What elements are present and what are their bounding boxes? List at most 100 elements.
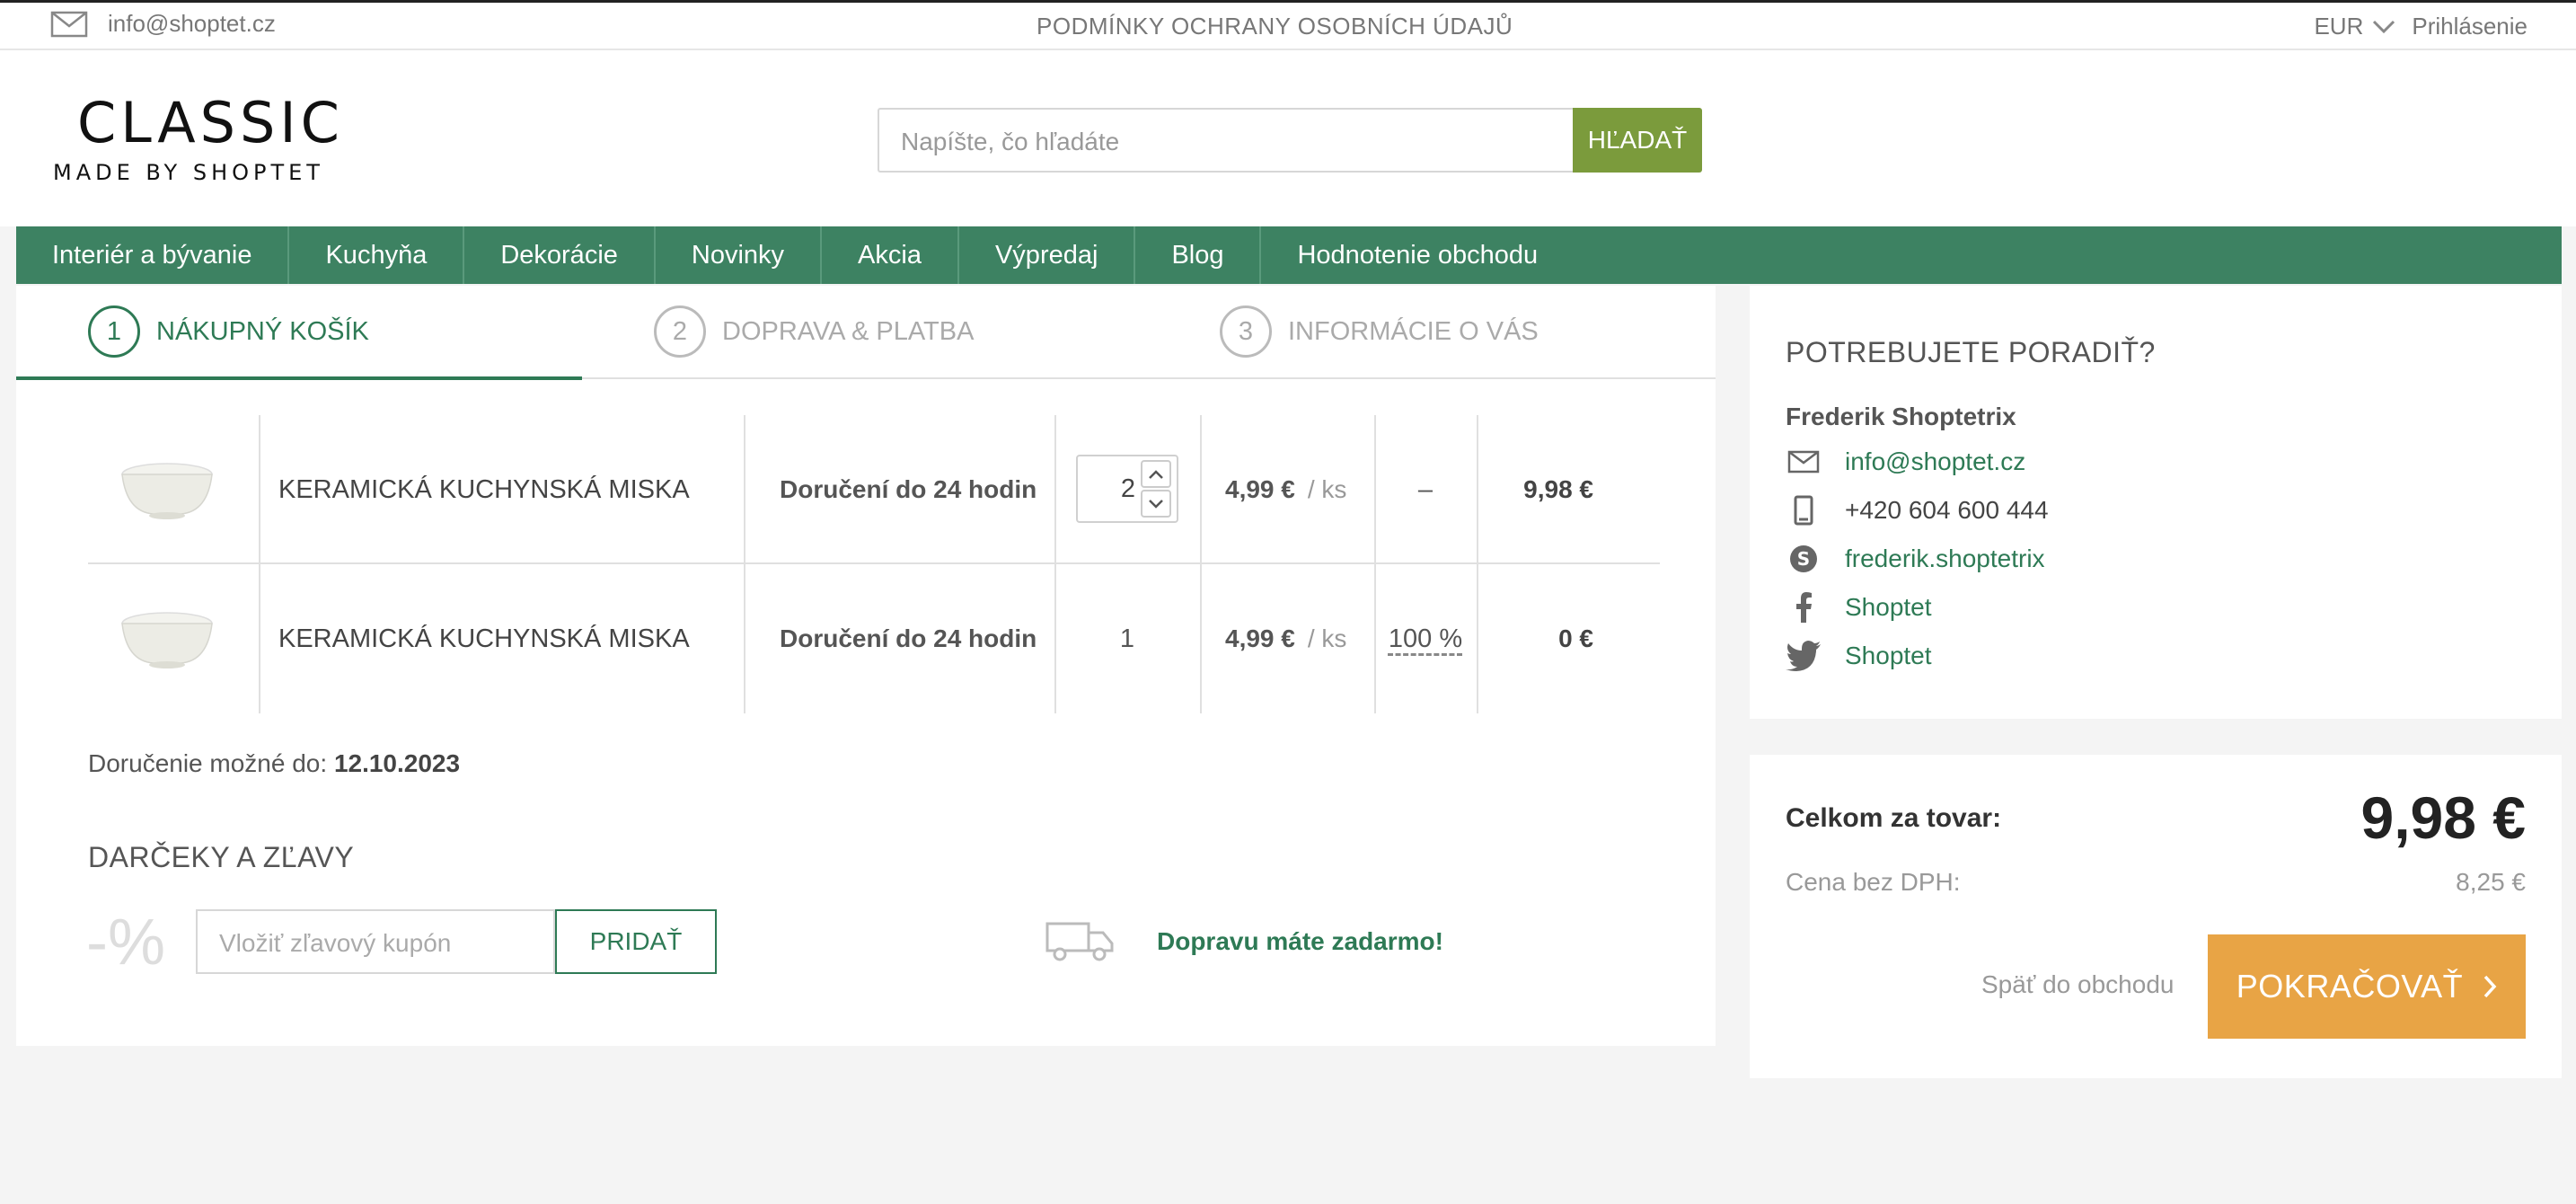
bowl-image-icon — [121, 612, 213, 668]
step-label: NÁKUPNÝ KOŠÍK — [156, 316, 369, 346]
product-image[interactable] — [104, 564, 230, 713]
product-name[interactable]: KERAMICKÁ KUCHYNSKÁ MISKA — [278, 564, 690, 713]
column-divider — [1054, 415, 1056, 564]
topbar-email[interactable]: info@shoptet.cz — [50, 10, 276, 38]
skype-icon: S — [1786, 543, 1822, 575]
chevron-right-icon — [2483, 975, 2497, 998]
discount-cell: 100 % — [1374, 564, 1477, 713]
gifts-title: DARČEKY A ZĽAVY — [88, 841, 355, 873]
main-nav: Interiér a bývanie Kuchyňa Dekorácie Nov… — [16, 226, 2562, 284]
delivery-date-value: 12.10.2023 — [333, 749, 461, 777]
column-divider — [1200, 564, 1202, 713]
step-number: 3 — [1220, 305, 1272, 358]
cart-row: KERAMICKÁ KUCHYNSKÁ MISKA Doručení do 24… — [88, 415, 1660, 564]
price-value: 4,99 € — [1225, 475, 1295, 503]
column-divider — [259, 415, 260, 564]
row-total: 0 € — [1558, 624, 1593, 652]
step-info[interactable]: 3 INFORMÁCIE O VÁS — [1220, 305, 1539, 358]
step-shipping[interactable]: 2 DOPRAVA & PLATBA — [654, 305, 974, 358]
delivery-label: Doručenie možné do: — [88, 749, 328, 777]
total-value: 9,98 € — [2360, 784, 2527, 851]
contact-phone-text: +420 604 600 444 — [1845, 496, 2049, 524]
nav-item-interior[interactable]: Interiér a bývanie — [16, 226, 290, 284]
discount: – — [1417, 474, 1434, 504]
step-number: 2 — [654, 305, 706, 358]
delivery-date: Doručenie možné do: 12.10.2023 — [88, 749, 460, 778]
nav-item-reviews[interactable]: Hodnotenie obchodu — [1261, 226, 1574, 284]
column-divider — [259, 564, 260, 713]
summary-panel: Celkom za tovar: 9,98 € Cena bez DPH: 8,… — [1750, 755, 2562, 1078]
availability: Doručení do 24 hodin — [780, 624, 1037, 652]
price-value: 4,99 € — [1225, 624, 1295, 652]
login-link[interactable]: Prihlásenie — [2412, 13, 2527, 40]
add-coupon-button[interactable]: PRIDAŤ — [555, 909, 717, 974]
search-button[interactable]: HĽADAŤ — [1573, 108, 1702, 173]
bowl-image-icon — [121, 463, 213, 519]
nav-item-news[interactable]: Novinky — [656, 226, 823, 284]
quantity-increase-button[interactable] — [1141, 460, 1171, 488]
active-step-underline — [16, 376, 582, 380]
nav-item-sale[interactable]: Akcia — [822, 226, 959, 284]
currency-selector[interactable]: EUR — [2314, 13, 2395, 40]
mail-icon — [50, 11, 88, 37]
nav-item-clearance[interactable]: Výpredaj — [959, 226, 1136, 284]
product-image[interactable] — [104, 415, 230, 564]
discount[interactable]: 100 % — [1389, 624, 1462, 654]
step-label: INFORMÁCIE O VÁS — [1288, 316, 1539, 346]
continue-button[interactable]: POKRAČOVAŤ — [2208, 934, 2526, 1039]
advice-title: POTREBUJETE PORADIŤ? — [1786, 336, 2156, 368]
quantity-decrease-button[interactable] — [1141, 490, 1171, 518]
column-divider — [744, 564, 745, 713]
advisor-name: Frederik Shoptetrix — [1786, 403, 2016, 430]
twitter-icon — [1786, 640, 1822, 672]
contact-facebook-text: Shoptet — [1845, 593, 1932, 621]
unit-price: 4,99 € / ks — [1225, 415, 1346, 564]
contact-email[interactable]: info@shoptet.cz — [1786, 446, 2025, 478]
step-cart[interactable]: 1 NÁKUPNÝ KOŠÍK — [88, 305, 369, 358]
back-to-shop-link[interactable]: Späť do obchodu — [1981, 970, 2174, 999]
unit-price: 4,99 € / ks — [1225, 564, 1346, 713]
percent-icon: -% — [86, 907, 165, 978]
contact-twitter[interactable]: Shoptet — [1786, 640, 1932, 672]
row-total: 9,98 € — [1523, 475, 1593, 503]
contact-skype-text: frederik.shoptetrix — [1845, 544, 2045, 572]
svg-text:S: S — [1797, 548, 1810, 570]
contact-phone: +420 604 600 444 — [1786, 494, 2049, 527]
contact-skype[interactable]: S frederik.shoptetrix — [1786, 543, 2045, 575]
product-name[interactable]: KERAMICKÁ KUCHYNSKÁ MISKA — [278, 415, 690, 564]
net-price-label: Cena bez DPH: — [1786, 868, 1961, 896]
contact-email-text: info@shoptet.cz — [1845, 447, 2026, 475]
checkout-steps: 1 NÁKUPNÝ KOŠÍK 2 DOPRAVA & PLATBA 3 INF… — [16, 286, 1716, 380]
facebook-icon — [1786, 591, 1822, 624]
cart-panel: 1 NÁKUPNÝ KOŠÍK 2 DOPRAVA & PLATBA 3 INF… — [16, 286, 1716, 1046]
quantity-value: 2 — [1120, 474, 1135, 503]
net-price-value: 8,25 € — [2456, 868, 2526, 896]
logo-main[interactable]: CLASSIC — [77, 90, 344, 155]
currency-label: EUR — [2314, 13, 2364, 40]
continue-label: POKRAČOVAŤ — [2236, 968, 2464, 1005]
nav-item-decorations[interactable]: Dekorácie — [464, 226, 656, 284]
chevron-up-icon — [1149, 469, 1163, 479]
price-unit: / ks — [1307, 475, 1347, 503]
quantity-value: 1 — [1119, 624, 1135, 653]
contact-facebook[interactable]: Shoptet — [1786, 591, 1932, 624]
search-input[interactable]: Napíšte, čo hľadáte — [878, 108, 1573, 173]
cart-row: KERAMICKÁ KUCHYNSKÁ MISKA Doručení do 24… — [88, 564, 1660, 713]
coupon-input[interactable]: Vložiť zľavový kupón — [196, 909, 555, 974]
nav-item-blog[interactable]: Blog — [1135, 226, 1262, 284]
free-shipping-message: Dopravu máte zadarmo! — [1157, 927, 1443, 955]
truck-icon — [1045, 922, 1114, 961]
chevron-down-icon — [2373, 20, 2395, 33]
column-divider — [1200, 415, 1202, 564]
nav-item-kitchen[interactable]: Kuchyňa — [289, 226, 465, 284]
advice-panel: POTREBUJETE PORADIŤ? Frederik Shoptetrix… — [1750, 286, 2562, 719]
mail-icon — [1786, 446, 1822, 478]
quantity-stepper[interactable]: 2 — [1076, 455, 1178, 523]
privacy-link[interactable]: PODMÍNKY OCHRANY OSOBNÍCH ÚDAJŮ — [1037, 13, 1513, 40]
contact-twitter-text: Shoptet — [1845, 642, 1932, 669]
topbar-email-text: info@shoptet.cz — [108, 10, 276, 37]
column-divider — [744, 415, 745, 564]
total-label: Celkom za tovar: — [1786, 803, 2002, 833]
top-bar: info@shoptet.cz PODMÍNKY OCHRANY OSOBNÍC… — [0, 0, 2576, 50]
availability: Doručení do 24 hodin — [780, 475, 1037, 503]
